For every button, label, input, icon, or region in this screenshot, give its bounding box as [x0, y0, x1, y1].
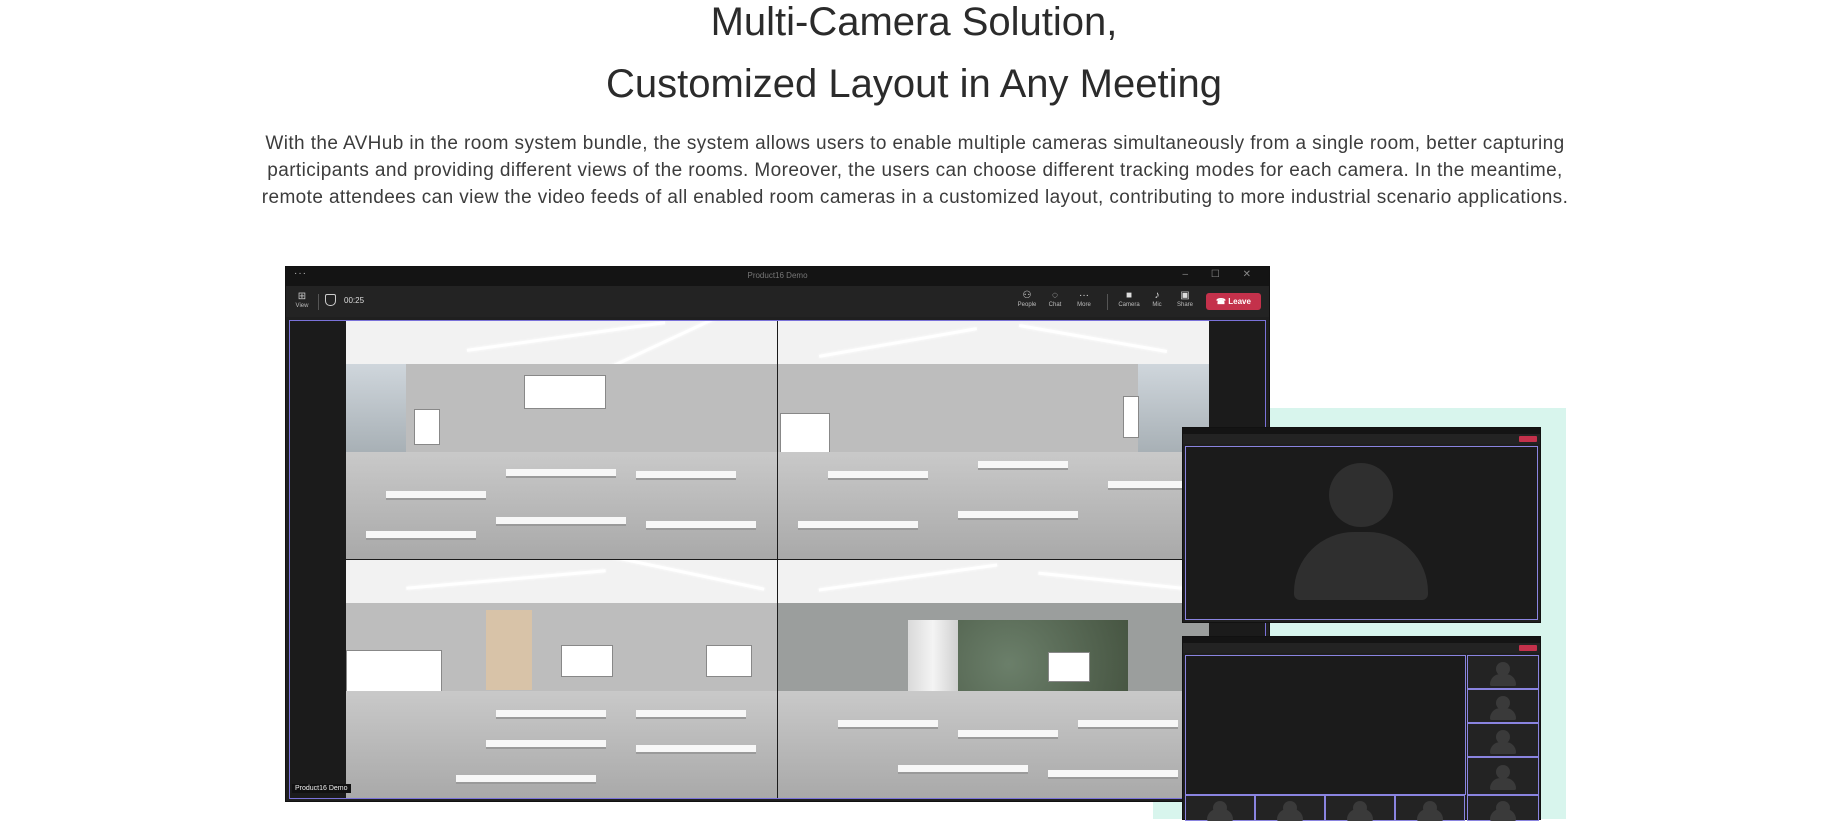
meeting-window: ··· Product16 Demo – ☐ ✕ ⊞ View 00:25 ⚇ … [286, 267, 1269, 801]
view-label: View [295, 303, 309, 309]
thumbnail-tile[interactable] [1395, 795, 1465, 821]
share-button[interactable]: ▣ Share [1172, 290, 1198, 308]
camera-button[interactable]: ■ Camera [1116, 290, 1142, 308]
leave-label: Leave [1228, 297, 1251, 306]
leave-button[interactable]: ☎ Leave [1206, 293, 1261, 310]
description-line-2: participants and providing different vie… [267, 160, 1563, 181]
mini-stage [1185, 446, 1538, 620]
meeting-toolbar: ⊞ View 00:25 ⚇ People ◌ Chat ··· More ■ … [286, 286, 1269, 317]
shield-icon [325, 294, 336, 306]
thumbnail-tile[interactable] [1467, 723, 1539, 757]
thumbnail-tile[interactable] [1185, 795, 1255, 821]
meeting-timer: 00:25 [344, 296, 365, 305]
camera-icon: ■ [1125, 290, 1133, 301]
people-icon: ⚇ [1022, 290, 1032, 301]
mini-toolbar [1183, 434, 1540, 444]
participant-name-tag: Product16 Demo [292, 784, 351, 793]
avatar-head-icon [1329, 463, 1393, 527]
window-titlebar: ··· Product16 Demo – ☐ ✕ [286, 267, 1269, 286]
mini-main-stage [1185, 655, 1466, 795]
chat-label: Chat [1048, 302, 1062, 308]
grid-icon: ⊞ [297, 291, 307, 302]
chat-icon: ◌ [1052, 290, 1058, 301]
video-stage [289, 320, 1266, 799]
camera-feed-1[interactable] [346, 321, 777, 559]
camera-feed-4[interactable] [778, 560, 1209, 798]
camera-feed-2[interactable] [778, 321, 1209, 559]
share-icon: ▣ [1180, 290, 1190, 301]
mini-toolbar-2 [1183, 643, 1540, 653]
thumbnail-tile[interactable] [1467, 795, 1539, 821]
mini-window-gallery-view [1183, 637, 1540, 821]
view-button[interactable]: ⊞ View [292, 291, 312, 309]
avatar-body-icon [1294, 532, 1428, 600]
mic-icon: ♪ [1154, 290, 1160, 301]
thumbnail-tile[interactable] [1467, 757, 1539, 795]
headline-line-1: Multi-Camera Solution, [710, 0, 1118, 44]
toolbar-divider-2 [1107, 294, 1108, 310]
toolbar-divider [318, 294, 319, 310]
headline-line-2: Customized Layout in Any Meeting [606, 62, 1222, 106]
mic-label: Mic [1152, 302, 1162, 308]
window-title: Product16 Demo [747, 271, 808, 280]
more-button[interactable]: ··· More [1071, 290, 1097, 308]
description-line-1: With the AVHub in the room system bundle… [265, 133, 1565, 154]
people-button[interactable]: ⚇ People [1014, 290, 1040, 308]
mini-leave-button-2[interactable] [1519, 645, 1537, 651]
chat-button[interactable]: ◌ Chat [1042, 290, 1068, 308]
window-controls[interactable]: – ☐ ✕ [1183, 269, 1261, 280]
description: With the AVHub in the room system bundle… [250, 130, 1580, 211]
thumbnail-tile[interactable] [1467, 655, 1539, 689]
camera-feed-3[interactable] [346, 560, 777, 798]
thumbnail-tile[interactable] [1467, 689, 1539, 723]
more-label: More [1077, 302, 1091, 308]
mic-button[interactable]: ♪ Mic [1144, 290, 1170, 308]
more-icon: ··· [1079, 290, 1089, 301]
mini-window-single-view [1183, 428, 1540, 622]
share-label: Share [1176, 302, 1193, 308]
thumbnail-tile[interactable] [1325, 795, 1395, 821]
thumbnail-tile[interactable] [1255, 795, 1325, 821]
description-line-3: remote attendees can view the video feed… [261, 187, 1569, 208]
mini-leave-button[interactable] [1519, 436, 1537, 442]
phone-hangup-icon: ☎ [1216, 297, 1227, 306]
camera-label: Camera [1118, 302, 1140, 308]
people-label: People [1017, 302, 1037, 308]
